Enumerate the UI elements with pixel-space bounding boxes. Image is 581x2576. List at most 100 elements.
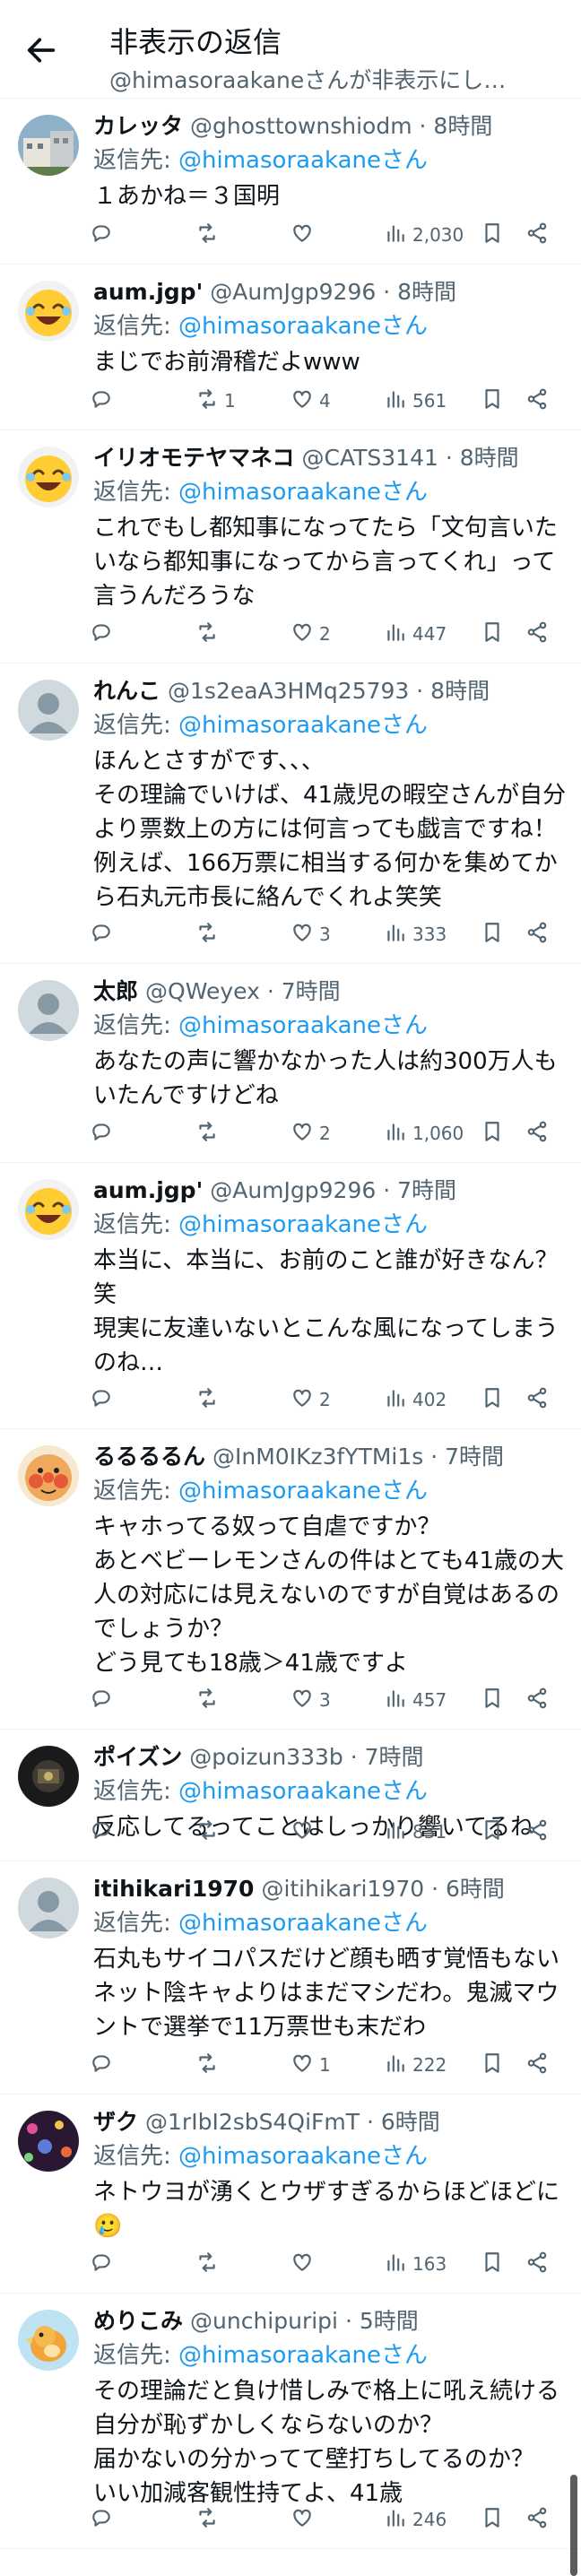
- tweet[interactable]: イリオモテヤマネコ @CATS3141 · 8時間 返信先: @himasoraak…: [0, 430, 581, 664]
- retweet-button[interactable]: [195, 1682, 224, 1718]
- timestamp[interactable]: · 7時間: [351, 1744, 424, 1770]
- retweet-button[interactable]: [195, 2246, 224, 2282]
- user-handle[interactable]: @AumJgp9296: [210, 279, 376, 305]
- mention-link[interactable]: @himasoraakaneさん: [178, 147, 428, 174]
- bookmark-button[interactable]: [481, 1382, 504, 1418]
- timestamp[interactable]: · 7時間: [267, 978, 341, 1004]
- tweet[interactable]: カレッタ @ghosttownshiodm · 8時間 返信先: @himasora…: [0, 99, 581, 265]
- timestamp[interactable]: · 6時間: [367, 2109, 440, 2135]
- like-button[interactable]: [290, 217, 319, 253]
- timestamp[interactable]: · 8時間: [420, 113, 493, 139]
- reply-button[interactable]: [90, 916, 118, 952]
- mention-link[interactable]: @himasoraakaneさん: [178, 313, 428, 340]
- like-button[interactable]: 4: [290, 383, 331, 419]
- display-name[interactable]: めりこみ: [93, 2308, 183, 2334]
- bookmark-button[interactable]: [481, 916, 504, 952]
- views-button[interactable]: 1,060: [384, 1115, 464, 1151]
- avatar[interactable]: [18, 1746, 79, 1807]
- views-button[interactable]: 2,030: [384, 217, 464, 253]
- mention-link[interactable]: @himasoraakaneさん: [178, 479, 428, 506]
- retweet-button[interactable]: [195, 1115, 224, 1151]
- views-button[interactable]: 561: [384, 383, 447, 419]
- avatar[interactable]: [18, 2111, 79, 2172]
- user-handle[interactable]: @poizun333b: [189, 1744, 343, 1770]
- like-button[interactable]: [290, 2246, 319, 2282]
- bookmark-button[interactable]: [481, 383, 504, 419]
- avatar[interactable]: [18, 1179, 79, 1240]
- share-button[interactable]: [525, 2502, 549, 2537]
- share-button[interactable]: [525, 383, 549, 419]
- display-name[interactable]: ザク: [93, 2109, 138, 2135]
- share-button[interactable]: [525, 1382, 549, 1418]
- avatar[interactable]: [18, 980, 79, 1041]
- retweet-button[interactable]: [195, 1814, 224, 1850]
- user-handle[interactable]: @ghosttownshiodm: [190, 113, 412, 139]
- bookmark-button[interactable]: [481, 2246, 504, 2282]
- display-name[interactable]: itihikari1970: [93, 1876, 254, 1902]
- views-button[interactable]: 333: [384, 916, 447, 952]
- bookmark-button[interactable]: [481, 1115, 504, 1151]
- user-handle[interactable]: @itihikari1970: [261, 1876, 424, 1902]
- share-button[interactable]: [525, 2047, 549, 2083]
- like-button[interactable]: 2: [290, 1382, 331, 1418]
- like-button[interactable]: 1: [290, 2047, 331, 2083]
- like-button[interactable]: 2: [290, 616, 331, 652]
- user-handle[interactable]: @unchipuripi: [190, 2308, 338, 2334]
- user-handle[interactable]: @InM0IKz3fYTMi1s: [212, 1444, 423, 1470]
- bookmark-button[interactable]: [481, 1682, 504, 1718]
- reply-button[interactable]: [90, 616, 118, 652]
- bookmark-button[interactable]: [481, 2502, 504, 2537]
- share-button[interactable]: [525, 616, 549, 652]
- tweet[interactable]: 太郎 @QWeyex · 7時間 返信先: @himasoraakaneさん あなたの…: [0, 964, 581, 1163]
- tweet[interactable]: aum.jgp' @AumJgp9296 · 7時間 返信先: @himasoraa…: [0, 1163, 581, 1429]
- bookmark-button[interactable]: [481, 217, 504, 253]
- avatar[interactable]: [18, 1445, 79, 1506]
- like-button[interactable]: 3: [290, 916, 331, 952]
- share-button[interactable]: [525, 217, 549, 253]
- tweet[interactable]: ポイズン @poizun333b · 7時間 返信先: @himasoraakane…: [0, 1730, 581, 1861]
- views-button[interactable]: 222: [384, 2047, 447, 2083]
- user-handle[interactable]: @CATS3141: [302, 445, 438, 471]
- display-name[interactable]: aum.jgp': [93, 279, 203, 305]
- timestamp[interactable]: · 8時間: [416, 678, 490, 704]
- avatar[interactable]: [18, 2310, 79, 2371]
- display-name[interactable]: ポイズン: [93, 1744, 182, 1770]
- tweet[interactable]: るるるるん @InM0IKz3fYTMi1s · 7時間 返信先: @himasor…: [0, 1429, 581, 1730]
- like-button[interactable]: 3: [290, 1682, 331, 1718]
- avatar[interactable]: [18, 1878, 79, 1939]
- back-arrow-icon[interactable]: [23, 32, 59, 68]
- share-button[interactable]: [525, 1682, 549, 1718]
- bookmark-button[interactable]: [481, 1814, 504, 1850]
- reply-button[interactable]: [90, 2246, 118, 2282]
- timestamp[interactable]: · 7時間: [430, 1444, 504, 1470]
- retweet-button[interactable]: 1: [195, 383, 236, 419]
- views-button[interactable]: 246: [384, 2502, 447, 2537]
- reply-button[interactable]: [90, 217, 118, 253]
- share-button[interactable]: [525, 1814, 549, 1850]
- display-name[interactable]: イリオモテヤマネコ: [93, 445, 295, 471]
- bookmark-button[interactable]: [481, 2047, 504, 2083]
- mention-link[interactable]: @himasoraakaneさん: [178, 1478, 428, 1505]
- mention-link[interactable]: @himasoraakaneさん: [178, 2143, 428, 2170]
- views-button[interactable]: 831: [384, 1814, 447, 1850]
- like-button[interactable]: [290, 2502, 319, 2537]
- mention-link[interactable]: @himasoraakaneさん: [178, 712, 428, 739]
- user-handle[interactable]: @AumJgp9296: [210, 1177, 376, 1203]
- reply-button[interactable]: [90, 2502, 118, 2537]
- mention-link[interactable]: @himasoraakaneさん: [178, 1012, 428, 1039]
- reply-button[interactable]: [90, 383, 118, 419]
- like-button[interactable]: 2: [290, 1115, 331, 1151]
- bookmark-button[interactable]: [481, 616, 504, 652]
- reply-button[interactable]: [90, 1682, 118, 1718]
- mention-link[interactable]: @himasoraakaneさん: [178, 1910, 428, 1937]
- retweet-button[interactable]: [195, 217, 224, 253]
- avatar[interactable]: [18, 447, 79, 507]
- display-name[interactable]: るるるるん: [93, 1444, 205, 1470]
- avatar[interactable]: [18, 115, 79, 176]
- views-button[interactable]: 457: [384, 1682, 447, 1718]
- avatar[interactable]: [18, 680, 79, 741]
- tweet[interactable]: れんこ @1s2eaA3HMq25793 · 8時間 返信先: @himasoraa…: [0, 664, 581, 964]
- user-handle[interactable]: @1rIbI2sbS4QiFmT: [145, 2109, 360, 2135]
- retweet-button[interactable]: [195, 2502, 224, 2537]
- retweet-button[interactable]: [195, 616, 224, 652]
